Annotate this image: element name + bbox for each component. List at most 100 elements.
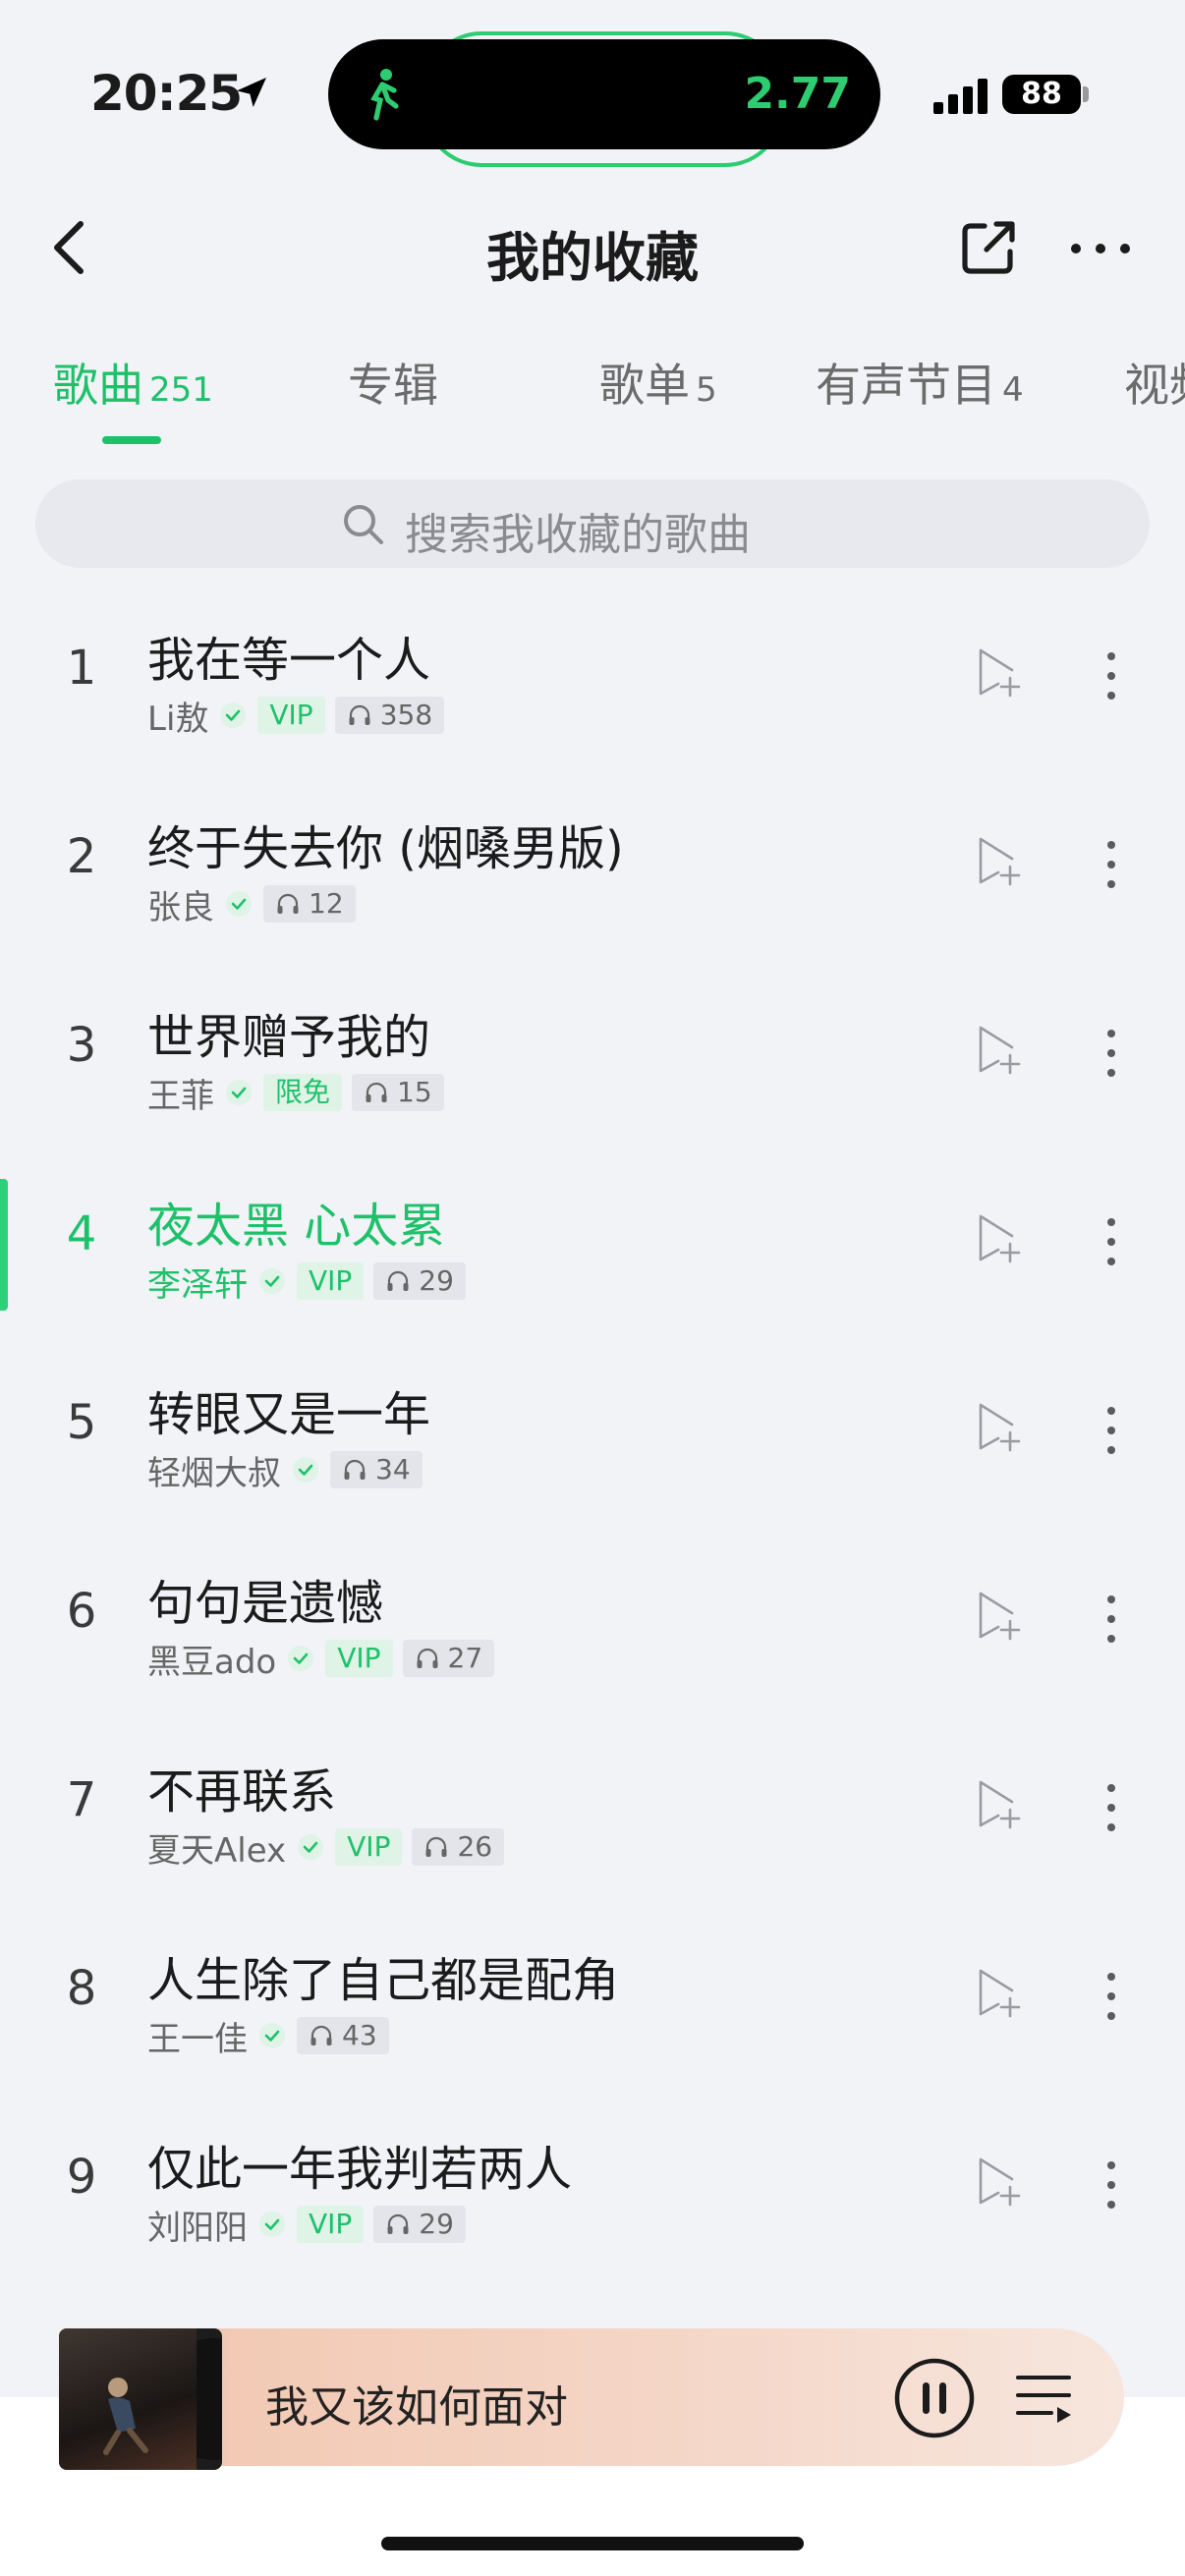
song-artist: 王菲	[147, 1076, 214, 1116]
song-number: 6	[66, 1584, 97, 1639]
tab-albums[interactable]: 专辑	[348, 350, 438, 415]
playing-indicator	[0, 1179, 8, 1311]
song-more-icon[interactable]	[1104, 1780, 1118, 1835]
song-number: 3	[66, 1018, 97, 1073]
song-meta: 王一佳 43	[147, 2016, 389, 2059]
status-time: 20:25	[90, 65, 243, 122]
song-row[interactable]: 6 句句是遗憾 黑豆ado VIP 27	[0, 1533, 1185, 1721]
dynamic-island[interactable]: 2.77	[328, 39, 880, 149]
search-icon	[344, 505, 383, 544]
song-more-icon[interactable]	[1104, 1403, 1118, 1458]
song-meta: 轻烟大叔 34	[147, 1450, 423, 1493]
song-more-icon[interactable]	[1104, 1026, 1118, 1081]
verified-check-icon	[293, 1457, 318, 1483]
listen-count: 43	[342, 2019, 377, 2051]
song-title: 仅此一年我判若两人	[147, 2142, 573, 2197]
album-cover[interactable]	[59, 2328, 222, 2470]
add-to-playlist-icon[interactable]	[973, 1588, 1028, 1643]
headphones-icon	[344, 1459, 366, 1480]
song-meta: 王菲 限免 15	[147, 1073, 444, 1116]
share-external-icon[interactable]	[959, 218, 1018, 277]
add-to-playlist-icon[interactable]	[973, 1399, 1028, 1454]
play-queue-icon[interactable]	[1012, 2366, 1077, 2431]
song-number: 4	[66, 1206, 97, 1261]
tab-playlists[interactable]: 歌单 5	[599, 350, 717, 415]
song-number: 5	[66, 1395, 97, 1450]
song-number: 2	[66, 829, 97, 884]
headphones-icon	[387, 1270, 409, 1291]
song-row[interactable]: 2 终于失去你 (烟嗓男版) 张良 12	[0, 778, 1185, 967]
song-artist: 夏天Alex	[147, 1830, 287, 1871]
song-more-icon[interactable]	[1104, 1592, 1118, 1647]
tab-label: 有声节目	[816, 359, 996, 412]
song-row[interactable]: 3 世界赠予我的 王菲 限免 15	[0, 967, 1185, 1155]
vip-badge: VIP	[297, 1262, 365, 1300]
tab-count: 4	[1002, 370, 1024, 410]
song-row[interactable]: 1 我在等一个人 Li敖 VIP 358	[0, 589, 1185, 778]
vip-badge: VIP	[297, 2206, 365, 2243]
free-limited-badge: 限免	[263, 1074, 343, 1111]
song-title: 不再联系	[147, 1764, 337, 1820]
listen-count: 29	[419, 2208, 454, 2240]
add-to-playlist-icon[interactable]	[973, 1022, 1028, 1077]
headphones-icon	[366, 1082, 387, 1102]
song-row[interactable]: 5 转眼又是一年 轻烟大叔 34	[0, 1344, 1185, 1533]
song-meta: 李泽轩 VIP 29	[147, 1261, 466, 1305]
song-row[interactable]: 4 夜太黑 心太累 李泽轩 VIP 29	[0, 1155, 1185, 1344]
verified-check-icon	[226, 891, 252, 917]
add-to-playlist-icon[interactable]	[973, 1965, 1028, 2020]
tab-videos[interactable]: 视频	[1124, 350, 1185, 415]
more-options-icon[interactable]	[1069, 242, 1132, 255]
song-artist: 刘阳阳	[147, 2208, 248, 2248]
tab-songs[interactable]: 歌曲 251	[53, 350, 213, 415]
add-to-playlist-icon[interactable]	[973, 1210, 1028, 1265]
pause-button[interactable]	[892, 2356, 977, 2440]
song-title: 人生除了自己都是配角	[147, 1953, 620, 2008]
song-title: 我在等一个人	[147, 633, 431, 688]
add-to-playlist-icon[interactable]	[973, 644, 1028, 700]
song-more-icon[interactable]	[1104, 837, 1118, 892]
song-title: 夜太黑 心太累	[147, 1199, 446, 1254]
song-artist: 轻烟大叔	[147, 1453, 281, 1493]
song-meta: 刘阳阳 VIP 29	[147, 2205, 466, 2248]
song-row[interactable]: 8 人生除了自己都是配角 王一佳 43	[0, 1910, 1185, 2099]
headphones-icon	[417, 1648, 438, 1668]
tab-active-indicator	[102, 436, 161, 444]
album-figure-icon	[103, 2378, 148, 2455]
song-number: 8	[66, 1961, 97, 2016]
listen-count: 34	[375, 1453, 411, 1485]
headphones-icon	[349, 704, 370, 725]
listen-count: 358	[379, 699, 433, 731]
song-more-icon[interactable]	[1104, 2157, 1118, 2212]
song-artist: 张良	[147, 887, 214, 927]
tab-label: 视频	[1124, 359, 1185, 412]
song-artist: Li敖	[147, 699, 209, 739]
battery-tip	[1083, 86, 1089, 102]
search-input[interactable]: 搜索我收藏的歌曲	[35, 479, 1150, 568]
add-to-playlist-icon[interactable]	[973, 833, 1028, 888]
home-indicator[interactable]	[381, 2537, 804, 2550]
headphones-icon	[310, 2025, 332, 2045]
vip-badge: VIP	[335, 1828, 403, 1866]
song-more-icon[interactable]	[1104, 1969, 1118, 2024]
listen-count-badge: 358	[334, 697, 445, 734]
song-more-icon[interactable]	[1104, 648, 1118, 703]
listen-count: 15	[397, 1076, 432, 1108]
verified-check-icon	[298, 1834, 324, 1860]
song-row[interactable]: 9 仅此一年我判若两人 刘阳阳 VIP 29	[0, 2099, 1185, 2287]
song-more-icon[interactable]	[1104, 1214, 1118, 1269]
now-playing-title[interactable]: 我又该如何面对	[265, 2372, 568, 2435]
add-to-playlist-icon[interactable]	[973, 1776, 1028, 1831]
tab-count: 5	[696, 370, 717, 410]
tab-audio-programs[interactable]: 有声节目 4	[816, 350, 1024, 415]
song-title: 转眼又是一年	[147, 1387, 431, 1442]
song-meta: 黑豆ado VIP 27	[147, 1639, 495, 1682]
headphones-icon	[387, 2213, 409, 2234]
verified-check-icon	[226, 1080, 252, 1105]
song-row[interactable]: 7 不再联系 夏天Alex VIP 26	[0, 1721, 1185, 1910]
song-artist: 李泽轩	[147, 1264, 248, 1305]
cellular-signal-icon	[933, 79, 988, 114]
song-number: 9	[66, 2150, 97, 2205]
listen-count: 12	[309, 887, 344, 920]
add-to-playlist-icon[interactable]	[973, 2154, 1028, 2209]
